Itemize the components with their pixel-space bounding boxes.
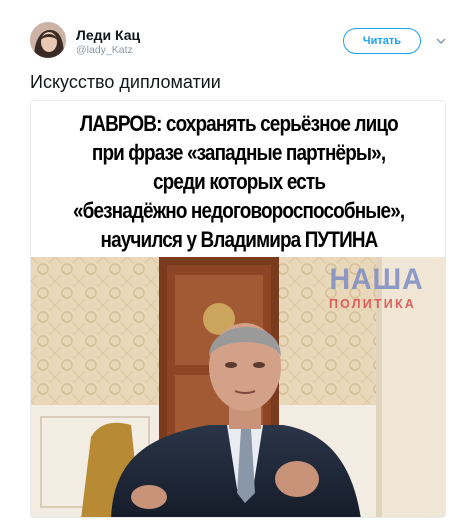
headline-line: при фразе «западные партнёры», <box>92 139 386 165</box>
user-handle[interactable]: @lady_Katz <box>76 44 133 56</box>
headline-line: ЛАВРОВ: сохранять серьёзное лицо <box>80 110 399 136</box>
tweet-header: Леди Кац @lady_Katz Читать <box>30 22 450 62</box>
tweet-card: Леди Кац @lady_Katz Читать Искусство дип… <box>0 0 474 530</box>
avatar-image <box>30 22 66 58</box>
headline-line: научился у Владимира ПУТИНА <box>100 226 379 252</box>
headline-line: среди которых есть <box>152 168 326 194</box>
watermark-logo-top: НАША <box>329 263 424 296</box>
tweet-media[interactable]: ЛАВРОВ: сохранять серьёзное лицо при фра… <box>30 100 446 518</box>
chevron-down-icon[interactable] <box>434 34 448 48</box>
watermark-logo-bottom: ПОЛИТИКА <box>329 297 417 311</box>
media-photo: НАША ПОЛИТИКА <box>31 257 445 517</box>
tweet-text: Искусство дипломатии <box>30 72 221 92</box>
headline-line: «безнадёжно недоговороспособные», <box>73 197 405 223</box>
avatar[interactable] <box>30 22 66 58</box>
display-name[interactable]: Леди Кац <box>76 27 140 43</box>
follow-button[interactable]: Читать <box>343 28 421 54</box>
media-headline: ЛАВРОВ: сохранять серьёзное лицо при фра… <box>31 101 445 257</box>
